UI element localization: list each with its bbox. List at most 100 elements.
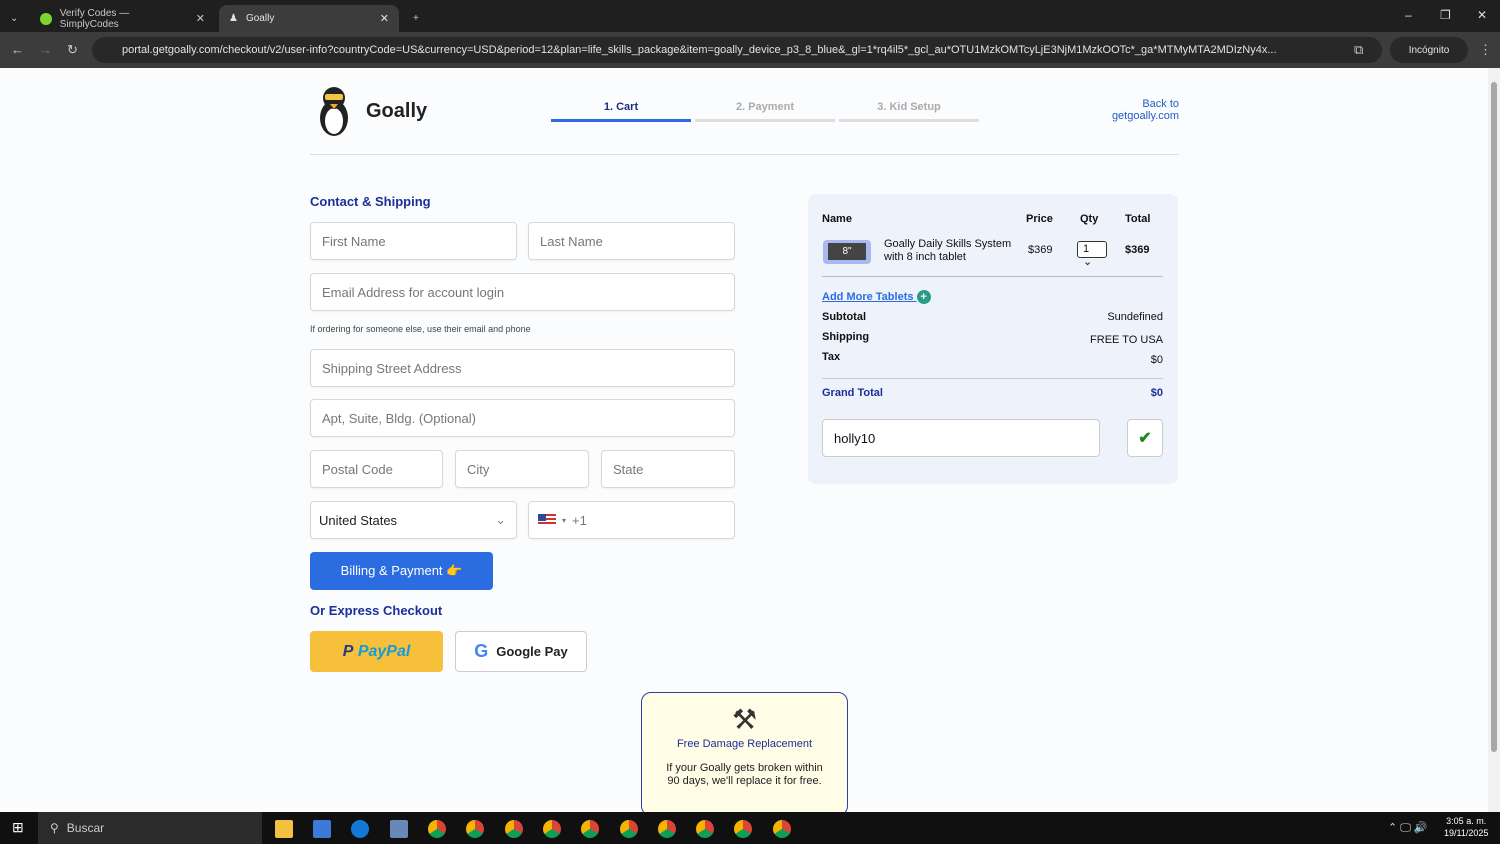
check-icon: ✔ <box>1138 430 1152 447</box>
close-icon[interactable]: ✕ <box>196 12 205 25</box>
tab-bar: ⌄ Verify Codes — SimplyCodes ✕ ♟ Goally ✕ … <box>0 0 1500 32</box>
restore-button[interactable]: ❐ <box>1440 8 1451 22</box>
city-input[interactable]: City <box>455 450 589 488</box>
paypal-button[interactable]: P PayPal <box>310 631 443 672</box>
time: 3:05 a. m. <box>1446 816 1487 826</box>
extensions-icon[interactable]: ⧉ <box>1354 42 1363 58</box>
search-label: Buscar <box>66 821 105 835</box>
col-price: Price <box>1026 213 1053 225</box>
system-tray-icons[interactable]: ⌃ 🖵 🔊 <box>1388 821 1428 835</box>
caret-icon: ▾ <box>562 515 567 525</box>
chrome-icon[interactable] <box>581 820 599 838</box>
apply-promo-button[interactable]: ✔ <box>1127 419 1163 457</box>
divider <box>822 276 1163 277</box>
chrome-icon[interactable] <box>466 820 484 838</box>
qty-value: 1 <box>1083 243 1090 255</box>
last-name-input[interactable]: Last Name <box>528 222 735 260</box>
brand-name: Goally <box>366 99 428 122</box>
country-select[interactable]: United States ⌄ <box>310 501 517 539</box>
chrome-icon[interactable] <box>658 820 676 838</box>
chrome-icon[interactable] <box>620 820 638 838</box>
taskbar-search[interactable]: ⚲ Buscar <box>38 812 262 844</box>
chrome-icon[interactable] <box>696 820 714 838</box>
shipping-label: Shipping <box>822 331 870 343</box>
phone-code: +1 <box>572 512 587 528</box>
scroll-thumb[interactable] <box>1491 82 1497 752</box>
url-input[interactable]: portal.getgoally.com/checkout/v2/user-in… <box>92 37 1382 63</box>
add-more-tablets-link[interactable]: Add More Tablets + <box>822 290 931 304</box>
checkout-page: Goally 1. Cart 2. Payment 3. Kid Setup B… <box>0 68 1488 812</box>
item-name-line2: with 8 inch tablet <box>884 251 966 263</box>
phone-input[interactable]: ▾ +1 <box>528 501 735 539</box>
tab-search-button[interactable]: ⌄ <box>6 5 26 32</box>
paypal-label: PayPal <box>357 642 411 660</box>
minimize-button[interactable]: – <box>1405 8 1412 22</box>
chrome-icon[interactable] <box>428 820 446 838</box>
order-summary: Name Price Qty Total 8" Goally Daily Ski… <box>808 194 1178 484</box>
calculator-icon[interactable] <box>390 820 408 838</box>
damage-replacement-card: ⚒ Free Damage Replacement If your Goally… <box>641 692 848 812</box>
item-name-line1: Goally Daily Skills System <box>884 238 1012 250</box>
clock[interactable]: 3:05 a. m. 19/11/2025 <box>1444 815 1488 839</box>
date: 19/11/2025 <box>1444 828 1489 838</box>
close-icon[interactable]: ✕ <box>380 12 389 25</box>
incognito-badge[interactable]: Incógnito <box>1390 37 1468 63</box>
reload-icon[interactable]: ↻ <box>67 42 78 58</box>
file-explorer-icon[interactable] <box>275 820 293 838</box>
damage-title: Free Damage Replacement <box>676 738 813 750</box>
chrome-icon[interactable] <box>734 820 752 838</box>
email-input[interactable]: Email Address for account login <box>310 273 735 311</box>
apt-input[interactable]: Apt, Suite, Bldg. (Optional) <box>310 399 735 437</box>
qty-select[interactable]: 1 ⌄ <box>1077 241 1107 268</box>
col-name: Name <box>822 213 852 225</box>
chrome-icon[interactable] <box>773 820 791 838</box>
new-tab-button[interactable]: + <box>403 5 429 32</box>
tab-title: Goally <box>245 13 275 24</box>
store-icon[interactable] <box>313 820 331 838</box>
tax-value: $0 <box>1150 354 1163 366</box>
step-payment[interactable]: 2. Payment <box>695 101 835 122</box>
step-label: 3. Kid Setup <box>877 101 941 113</box>
google-pay-button[interactable]: G Google Pay <box>455 631 587 672</box>
tab-title: Verify Codes — SimplyCodes <box>59 7 130 30</box>
express-checkout-heading: Or Express Checkout <box>310 603 443 618</box>
check-icon <box>40 12 52 25</box>
outlook-icon[interactable] <box>351 820 369 838</box>
chrome-icon[interactable] <box>505 820 523 838</box>
tab-simplycodes[interactable]: Verify Codes — SimplyCodes ✕ <box>30 5 215 32</box>
subtotal-value: Sundefined <box>1107 311 1163 323</box>
chrome-icon[interactable] <box>543 820 561 838</box>
divider <box>822 378 1163 379</box>
close-window-button[interactable]: ✕ <box>1477 8 1487 22</box>
step-cart[interactable]: 1. Cart <box>551 101 691 122</box>
google-icon: G <box>474 641 489 661</box>
divider <box>310 154 1179 155</box>
col-qty: Qty <box>1080 213 1099 225</box>
billing-payment-button[interactable]: Billing & Payment 👉 <box>310 552 493 590</box>
back-to-site-link[interactable]: Back to getgoally.com <box>1100 98 1179 122</box>
damage-text1: If your Goally gets broken within <box>666 762 823 774</box>
taskbar: ⊞ ⚲ Buscar ⌃ 🖵 🔊 3:05 a. m. 19/11/2025 <box>0 812 1500 844</box>
tools-icon: ⚒ <box>731 704 758 735</box>
us-flag-icon[interactable] <box>538 514 556 526</box>
forward-icon[interactable]: → <box>39 42 52 57</box>
goally-logo[interactable]: Goally <box>310 84 427 138</box>
back-icon[interactable]: ← <box>11 42 24 57</box>
tab-goally[interactable]: ♟ Goally ✕ <box>219 5 399 32</box>
state-input[interactable]: State <box>601 450 735 488</box>
chevron-down-icon: ⌄ <box>495 512 506 527</box>
menu-icon[interactable]: ⋮ <box>1479 42 1492 58</box>
paypal-logo-icon: P <box>342 642 354 660</box>
gpay-label: Google Pay <box>496 644 568 659</box>
step-label: 2. Payment <box>735 101 795 113</box>
scrollbar[interactable] <box>1488 68 1500 812</box>
postal-code-input[interactable]: Postal Code <box>310 450 443 488</box>
first-name-input[interactable]: First Name <box>310 222 517 260</box>
plus-icon: + <box>916 290 931 304</box>
damage-text2: 90 days, we'll replace it for free. <box>667 775 822 787</box>
step-kid-setup[interactable]: 3. Kid Setup <box>839 101 979 122</box>
windows-start-icon[interactable]: ⊞ <box>12 819 24 836</box>
street-input[interactable]: Shipping Street Address <box>310 349 735 387</box>
contact-shipping-heading: Contact & Shipping <box>310 194 431 209</box>
promo-code-input[interactable]: holly10 <box>822 419 1100 457</box>
